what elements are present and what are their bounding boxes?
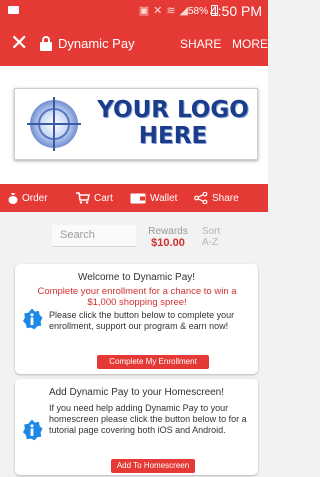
nav-label-share: Share — [212, 192, 239, 204]
complete-enrollment-button[interactable]: Complete My Enrollment — [97, 355, 209, 369]
video-icon — [8, 6, 19, 14]
nfc-icon: ▣ — [138, 5, 150, 17]
logo-line-1: YOUR LOGO — [97, 97, 249, 123]
search-row: Search Rewards $10.00 Sort A-Z — [0, 212, 268, 262]
share-button[interactable]: SHARE — [180, 37, 221, 51]
lock-icon — [40, 36, 52, 51]
nav-item-order[interactable]: Order — [8, 184, 48, 212]
info-icon — [23, 308, 43, 330]
nav-label-cart: Cart — [94, 192, 113, 204]
close-icon[interactable]: ✕ — [10, 32, 28, 54]
action-nav-bar: Order Cart Wallet Share — [0, 184, 268, 212]
homescreen-card-title: Add Dynamic Pay to your Homescreen! — [48, 387, 225, 398]
logo-band: YOUR LOGO HERE — [0, 66, 268, 184]
homescreen-card-body: If you need help adding Dynamic Pay to y… — [49, 403, 247, 435]
nav-item-share[interactable]: Share — [194, 184, 239, 212]
status-bar: ▣ ✕ ≋ ◢ 58% 4:50 PM — [0, 0, 268, 22]
cart-icon — [76, 192, 90, 204]
info-icon — [23, 419, 43, 441]
rewards-value: $10.00 — [151, 237, 185, 249]
moneybag-icon — [8, 193, 18, 204]
search-input[interactable]: Search — [52, 225, 136, 247]
welcome-card-body: Please click the button below to complet… — [49, 310, 235, 331]
signal-icon: ◢ — [179, 5, 188, 17]
wallet-icon — [130, 193, 146, 204]
welcome-card-highlight: Complete your enrollment for a chance to… — [37, 286, 237, 308]
wifi-icon: ≋ — [166, 5, 176, 17]
homescreen-card: Add Dynamic Pay to your Homescreen! If y… — [15, 379, 258, 475]
nav-label-order: Order — [22, 192, 48, 204]
sort-button[interactable]: Sort — [202, 226, 220, 237]
welcome-card: Welcome to Dynamic Pay! Complete your en… — [15, 264, 258, 374]
logo-text: YOUR LOGO HERE — [93, 97, 253, 149]
welcome-card-title: Welcome to Dynamic Pay! — [77, 272, 196, 283]
more-button[interactable]: MORE — [232, 37, 268, 51]
rewards-label: Rewards — [148, 226, 188, 237]
logo-line-2: HERE — [138, 123, 208, 149]
page-title: Dynamic Pay — [58, 36, 135, 51]
battery-percent: 58% — [187, 6, 208, 17]
logo-banner: YOUR LOGO HERE — [14, 88, 258, 160]
mute-icon: ✕ — [153, 5, 163, 17]
add-to-homescreen-button[interactable]: Add To Homescreen — [111, 459, 195, 473]
app-bar: ✕ Dynamic Pay SHARE MORE — [0, 22, 268, 66]
sort-order[interactable]: A-Z — [202, 237, 218, 248]
status-time: 4:50 PM — [209, 3, 262, 19]
status-icons: ▣ ✕ ≋ ◢ — [139, 4, 188, 17]
share-icon — [194, 192, 208, 204]
nav-item-cart[interactable]: Cart — [76, 184, 113, 212]
nav-label-wallet: Wallet — [150, 192, 178, 204]
crosshair-logo-icon — [27, 97, 81, 151]
nav-item-wallet[interactable]: Wallet — [130, 184, 177, 212]
